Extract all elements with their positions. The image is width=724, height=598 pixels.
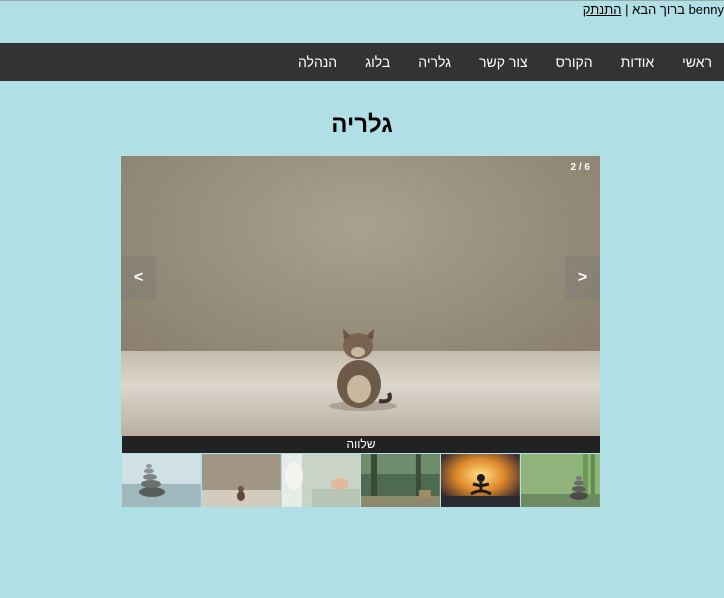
logout-link[interactable]: התנתק: [583, 2, 622, 17]
nav-item-about[interactable]: אודות: [621, 54, 655, 70]
next-slide-button[interactable]: >: [565, 256, 600, 299]
welcome-text: ברוך הבא: [632, 2, 685, 17]
nav-item-gallery[interactable]: גלריה: [418, 54, 451, 70]
thumbnail-stones-bamboo[interactable]: [521, 454, 600, 507]
slide-image-cat: [121, 156, 600, 436]
username: benny: [688, 2, 724, 17]
page-title: גלריה: [331, 111, 393, 138]
main-nav: ראשי אודות הקורס צור קשר גלריה בלוג הנהל…: [0, 43, 724, 81]
thumbnail-strip: [122, 454, 600, 507]
thumbnail-sunset-meditation[interactable]: [441, 454, 521, 507]
thumbnail-forest[interactable]: [361, 454, 441, 507]
user-bar: benny ברוך הבא | התנתק: [583, 2, 724, 17]
thumbnail-stones-water[interactable]: [122, 454, 201, 507]
slide-caption: שלווה: [122, 436, 600, 453]
top-border: [0, 0, 724, 1]
slide-counter: 2 / 6: [570, 162, 590, 173]
thumbnail-meditation-hand[interactable]: [281, 454, 361, 507]
nav-item-admin[interactable]: הנהלה: [298, 54, 337, 70]
prev-slide-button[interactable]: <: [121, 256, 156, 299]
gallery-slider: 2 / 6 < >: [121, 156, 600, 436]
nav-item-blog[interactable]: בלוג: [365, 54, 390, 70]
thumbnail-cat[interactable]: [201, 454, 281, 507]
nav-item-course[interactable]: הקורס: [556, 54, 593, 70]
separator: |: [625, 2, 629, 17]
nav-item-home[interactable]: ראשי: [682, 54, 712, 70]
nav-item-contact[interactable]: צור קשר: [479, 54, 528, 70]
